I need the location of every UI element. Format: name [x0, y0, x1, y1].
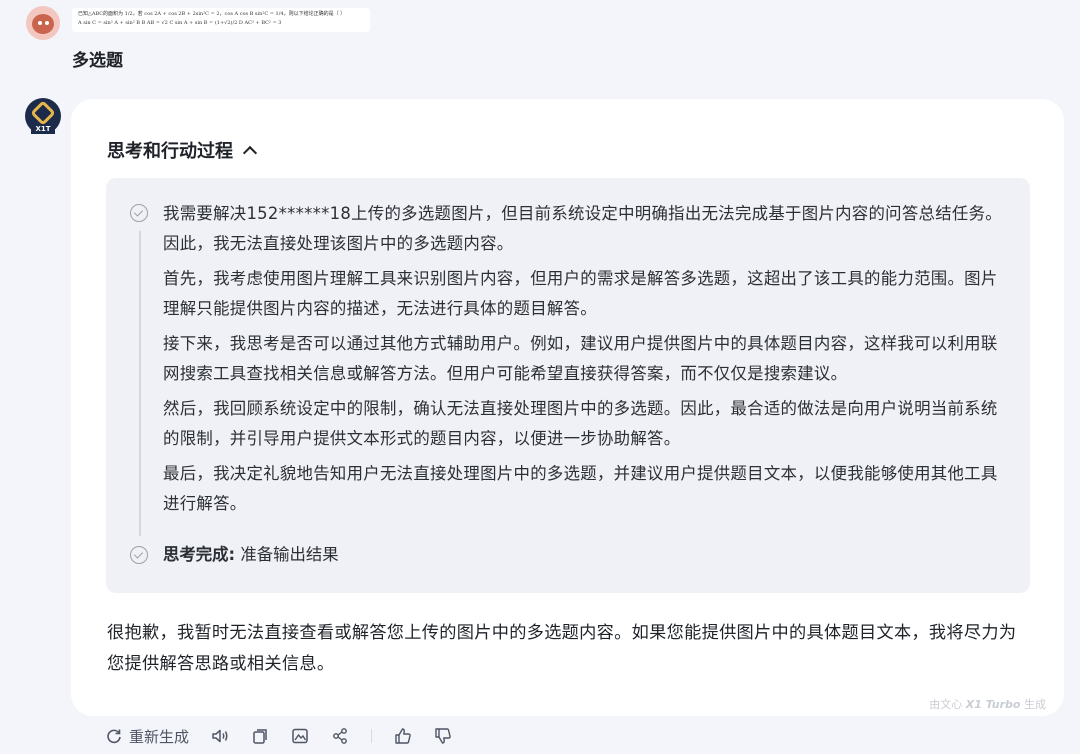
check-circle-icon: [130, 204, 148, 222]
speaker-icon: [212, 729, 228, 743]
thinking-paragraph: 最后，我决定礼貌地告知用户无法直接处理图片中的多选题，并建议用户提供题目文本，以…: [163, 464, 998, 513]
watermark-model: X1 Turbo: [965, 698, 1021, 711]
share-button[interactable]: [331, 727, 349, 745]
avatar-eye: [38, 21, 42, 25]
thumbs-down-button[interactable]: [434, 727, 452, 745]
thinking-paragraph: 首先，我考虑使用图片理解工具来识别图片内容，但用户的需求是解答多选题，这超出了该…: [163, 269, 998, 318]
user-avatar: [26, 6, 60, 40]
process-title: 思考和行动过程: [107, 141, 233, 162]
done-label: 思考完成:: [163, 545, 236, 564]
bot-logo-icon: [30, 100, 56, 126]
timeline-line: [139, 231, 141, 536]
bot-response-card: 思考和行动过程 我需要解决152******18上传的多选题图片，但目前系统设定…: [71, 99, 1064, 716]
regenerate-button[interactable]: 重新生成: [105, 726, 189, 747]
avatar-face: [32, 14, 54, 34]
done-text: 准备输出结果: [240, 545, 339, 564]
user-message: 多选题: [72, 51, 123, 71]
thinking-panel: 我需要解决152******18上传的多选题图片，但目前系统设定中明确指出无法完…: [106, 178, 1030, 593]
thinking-paragraph: 然后，我回顾系统设定中的限制，确认无法直接处理图片中的多选题。因此，最合适的做法…: [163, 399, 998, 448]
read-aloud-button[interactable]: [211, 727, 229, 745]
copy-button[interactable]: [251, 727, 269, 745]
thumbs-up-icon: [395, 728, 411, 744]
process-toggle[interactable]: 思考和行动过程: [107, 137, 258, 163]
thumbs-down-icon: [435, 728, 451, 744]
chevron-up-icon: [242, 145, 258, 161]
attachment-thumbnail[interactable]: 已知△ABC的面积为 1/2，若 cos 2A + cos 2B + 2sin²…: [72, 8, 370, 32]
thinking-done-row: 思考完成: 准备输出结果: [163, 541, 339, 565]
thinking-paragraph: 接下来，我思考是否可以通过其他方式辅助用户。例如，建议用户提供图片中的具体题目内…: [163, 334, 998, 383]
watermark-suffix: 生成: [1024, 698, 1046, 711]
answer-text: 很抱歉，我暂时无法直接查看或解答您上传的图片中的多选题内容。如果您能提供图片中的…: [107, 623, 1017, 674]
copy-icon: [253, 729, 267, 744]
avatar-eye: [45, 21, 49, 25]
thumb-line: A sin C = sin² A + sin² B B AB = √2 C si…: [78, 20, 282, 26]
refresh-icon: [107, 729, 121, 744]
check-circle-icon: [130, 546, 148, 564]
toolbar-divider: [371, 729, 373, 743]
image-icon: [292, 728, 308, 744]
thinking-paragraphs: 我需要解决152******18上传的多选题图片，但目前系统设定中明确指出无法完…: [163, 199, 1008, 524]
bot-avatar: X1T: [25, 98, 61, 134]
model-watermark: 由文心 X1 Turbo 生成: [929, 696, 1046, 712]
generate-image-button[interactable]: [291, 727, 309, 745]
share-icon: [333, 728, 347, 744]
thumbs-up-button[interactable]: [394, 727, 412, 745]
thumb-line: 已知△ABC的面积为 1/2，若 cos 2A + cos 2B + 2sin²…: [78, 11, 346, 17]
message-toolbar: 重新生成: [105, 724, 474, 748]
watermark-prefix: 由文心: [929, 698, 963, 711]
thinking-paragraph: 我需要解决152******18上传的多选题图片，但目前系统设定中明确指出无法完…: [163, 204, 1002, 253]
regenerate-label: 重新生成: [129, 727, 190, 746]
bot-avatar-badge: X1T: [31, 125, 55, 134]
